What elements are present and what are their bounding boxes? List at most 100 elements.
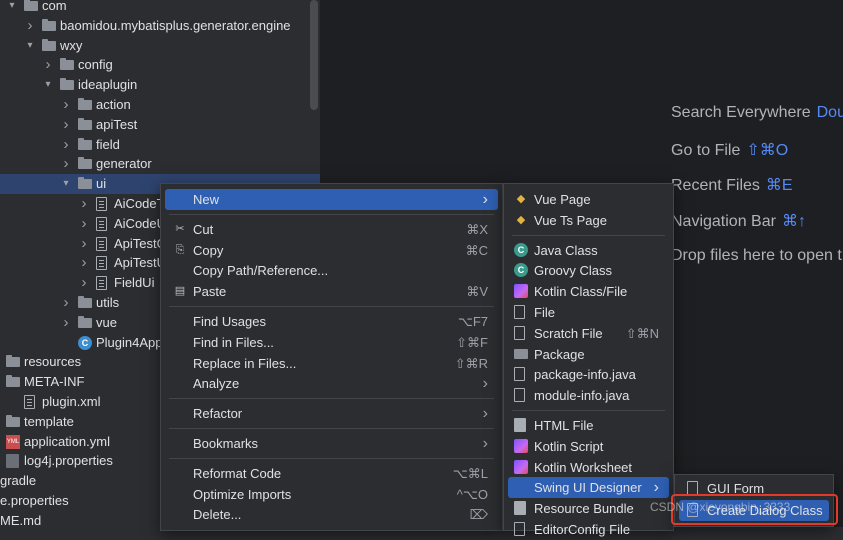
menu-item-find-usages[interactable]: Find Usages ⌥F7 [165,311,498,332]
file-icon [514,522,525,536]
menu-item-cut[interactable]: ✂ Cut ⌘X [165,219,498,240]
tree-row-label: e.properties [0,493,69,508]
tree-row-label: FieldUi [114,275,155,291]
tree-row-action[interactable]: › action [0,95,320,115]
package-icon [514,348,528,359]
menu-item-vue-page[interactable]: ◆ Vue Page [508,189,669,210]
menu-item-optimize-imports[interactable]: Optimize Imports ^⌥O [165,484,498,505]
menu-item-shortcut: ⌦ [469,507,488,523]
menu-item-label: Groovy Class [534,263,613,279]
chevron-right-icon[interactable]: › [78,194,90,214]
tree-row-label: ME.md [0,512,42,527]
class-icon: C [514,263,528,278]
menu-item-package[interactable]: Package [508,344,669,365]
menu-item-delete[interactable]: Delete... ⌦ [165,504,498,525]
menu-item-label: Vue Page [534,192,591,207]
menu-item-copy-path-reference[interactable]: Copy Path/Reference... [165,260,498,281]
tree-row-field[interactable]: › field [0,135,320,155]
menu-item-java-class[interactable]: C Java Class [508,240,669,261]
menu-item-editorconfig-file[interactable]: EditorConfig File [508,519,669,540]
menu-item-scratch-file[interactable]: Scratch File ⇧⌘N [508,323,669,344]
menu-item-module-info-java[interactable]: module-info.java [508,385,669,406]
folder-icon [78,157,92,170]
chevron-right-icon[interactable]: › [78,214,90,234]
menu-item-replace-in-files[interactable]: Replace in Files... ⇧⌘R [165,353,498,374]
menu-item-kotlin-script[interactable]: Kotlin Script [508,436,669,457]
menu-item-label: package-info.java [534,367,636,383]
folder-icon [24,0,38,11]
tree-row-generator[interactable]: › generator [0,154,320,174]
scissors-icon: ✂ [175,222,185,235]
chevron-right-icon[interactable]: › [60,95,72,115]
chevron-down-icon[interactable]: ▾ [6,0,18,16]
menu-item-reformat-code[interactable]: Reformat Code ⌥⌘L [165,463,498,484]
chevron-right-icon[interactable]: › [42,55,54,75]
menu-item-html-file[interactable]: HTML File [508,415,669,436]
menu-item-vue-ts-page[interactable]: ◆ Vue Ts Page [508,210,669,231]
menu-item-label: Replace in Files... [193,355,297,371]
chevron-right-icon[interactable]: › [60,115,72,135]
menu-item-refactor[interactable]: Refactor › [165,403,498,424]
menu-item-swing-ui-designer[interactable]: Swing UI Designer › [508,477,669,499]
tree-row-label: config [78,57,113,73]
menu-item-analyze[interactable]: Analyze › [165,373,498,394]
tree-row-config[interactable]: › config [0,55,320,75]
submenu-arrow-icon: › [482,405,488,423]
menu-item-bookmarks[interactable]: Bookmarks › [165,433,498,454]
menu-item-label: Reformat Code [193,465,282,481]
editor-hint-label: Navigation Bar [671,213,776,230]
chevron-down-icon[interactable]: ▾ [24,36,36,56]
chevron-right-icon[interactable]: › [60,293,72,313]
menu-item-label: HTML File [534,418,594,433]
menu-item-label: Scratch File [534,325,603,341]
kotlin-icon [514,284,528,299]
chevron-down-icon[interactable]: ▾ [60,174,72,194]
context-menu: New › ✂ Cut ⌘X ⎘ Copy ⌘C Copy Path/Reference... ▤… [160,183,503,531]
menu-item-shortcut: ⇧⌘F [456,334,488,350]
menu-item-label: Analyze [193,376,240,392]
tree-row-wxy[interactable]: ▾ wxy [0,36,320,56]
menu-item-copy[interactable]: ⎘ Copy ⌘C [165,240,498,261]
chevron-right-icon[interactable]: › [60,154,72,174]
project-tree-scrollbar[interactable] [310,0,318,110]
menu-item-find-in-files[interactable]: Find in Files... ⇧⌘F [165,332,498,353]
tree-row-label: template [24,413,74,429]
chevron-down-icon[interactable]: ▾ [42,75,54,95]
tree-row-ideaplugin[interactable]: ▾ ideaplugin [0,75,320,95]
editor-hint-shortcut: ⌘E [765,177,793,194]
menu-item-label: Kotlin Script [534,438,604,454]
menu-item-groovy-class[interactable]: C Groovy Class [508,260,669,281]
chevron-right-icon[interactable]: › [60,135,72,155]
chevron-right-icon[interactable]: › [78,253,90,273]
watermark-text: CSDN @xieyongbin_3333 [650,500,791,514]
editor-hint-label: Recent Files [671,177,760,194]
menu-item-new[interactable]: New › [165,189,498,210]
chevron-right-icon[interactable]: › [78,234,90,254]
chevron-right-icon[interactable]: › [24,16,36,36]
menu-separator [512,234,665,236]
menu-item-label: Cut [193,221,214,237]
menu-item-label: Vue Ts Page [534,212,607,228]
chevron-right-icon[interactable]: › [60,313,72,333]
menu-item-label: New [193,192,220,207]
menu-item-resource-bundle[interactable]: Resource Bundle [508,498,669,519]
editor-hint-label: Search Everywhere [671,104,811,121]
tree-row-label: baomidou.mybatisplus.generator.engine [60,17,291,33]
menu-item-label: Resource Bundle [534,501,634,517]
chevron-right-icon[interactable]: › [78,273,90,293]
menu-item-file[interactable]: File [508,302,669,323]
tree-row-apitest[interactable]: › apiTest [0,115,320,135]
tree-row-baomidou-mybatisplus-generator-engine[interactable]: › baomidou.mybatisplus.generator.engine [0,16,320,36]
menu-item-kotlin-class-file[interactable]: Kotlin Class/File [508,281,669,302]
tree-row-com[interactable]: ▾ com [0,0,320,16]
tree-row-label: log4j.properties [24,453,113,469]
folder-icon [60,58,74,71]
menu-item-kotlin-worksheet[interactable]: Kotlin Worksheet [508,457,669,478]
menu-item-label: Swing UI Designer [534,480,642,496]
menu-item-label: Delete... [193,507,242,523]
menu-item-package-info-java[interactable]: package-info.java [508,364,669,385]
tree-row-label: vue [96,314,117,330]
menu-item-paste[interactable]: ▤ Paste ⌘V [165,281,498,302]
tree-row-label: com [42,0,67,13]
menu-separator [169,457,494,459]
